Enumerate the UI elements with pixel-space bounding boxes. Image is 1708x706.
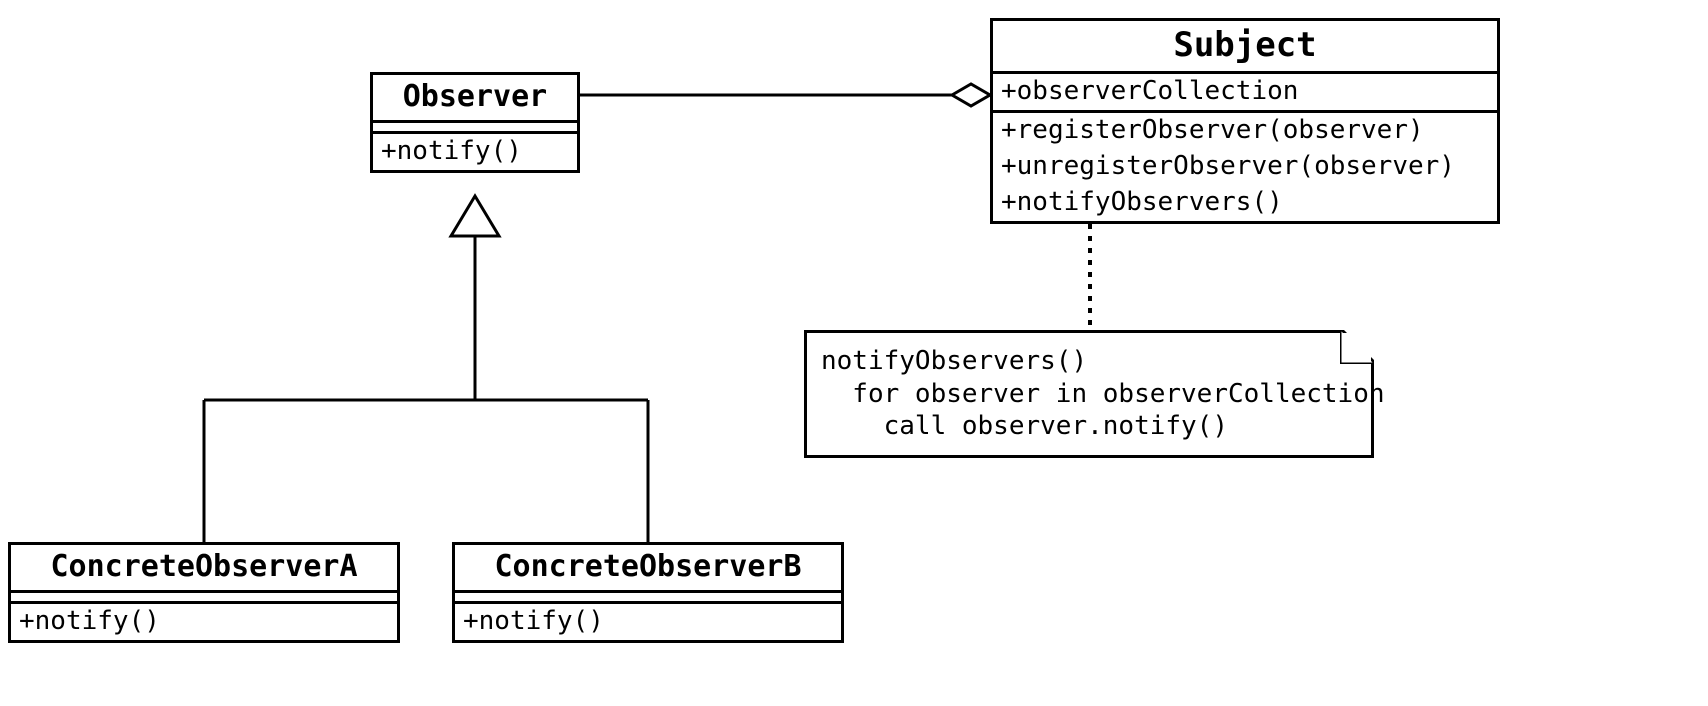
class-subject-name: Subject [993,21,1497,71]
aggregation-diamond-icon [952,84,990,106]
class-concrete-a-method: +notify() [11,604,397,640]
note-line: call observer.notify() [821,410,1357,443]
class-subject-attr: +observerCollection [993,74,1497,110]
class-subject-method: +notifyObservers() [993,185,1497,221]
class-subject: Subject +observerCollection +registerObs… [990,18,1500,224]
note-line: for observer in observerCollection [821,378,1357,411]
uml-diagram: Observer +notify() Subject +observerColl… [0,0,1708,706]
generalization-triangle-icon [451,196,499,236]
class-concrete-a-name: ConcreteObserverA [11,545,397,590]
class-concrete-b-name: ConcreteObserverB [455,545,841,590]
class-observer: Observer +notify() [370,72,580,173]
class-observer-name: Observer [373,75,577,120]
uml-note: notifyObservers() for observer in observ… [804,330,1374,458]
note-line: notifyObservers() [821,345,1357,378]
class-concrete-observer-b: ConcreteObserverB +notify() [452,542,844,643]
class-observer-method: +notify() [373,134,577,170]
class-subject-method: +unregisterObserver(observer) [993,149,1497,185]
note-fold-icon [1340,330,1374,364]
class-subject-method: +registerObserver(observer) [993,113,1497,149]
class-concrete-b-method: +notify() [455,604,841,640]
class-concrete-observer-a: ConcreteObserverA +notify() [8,542,400,643]
